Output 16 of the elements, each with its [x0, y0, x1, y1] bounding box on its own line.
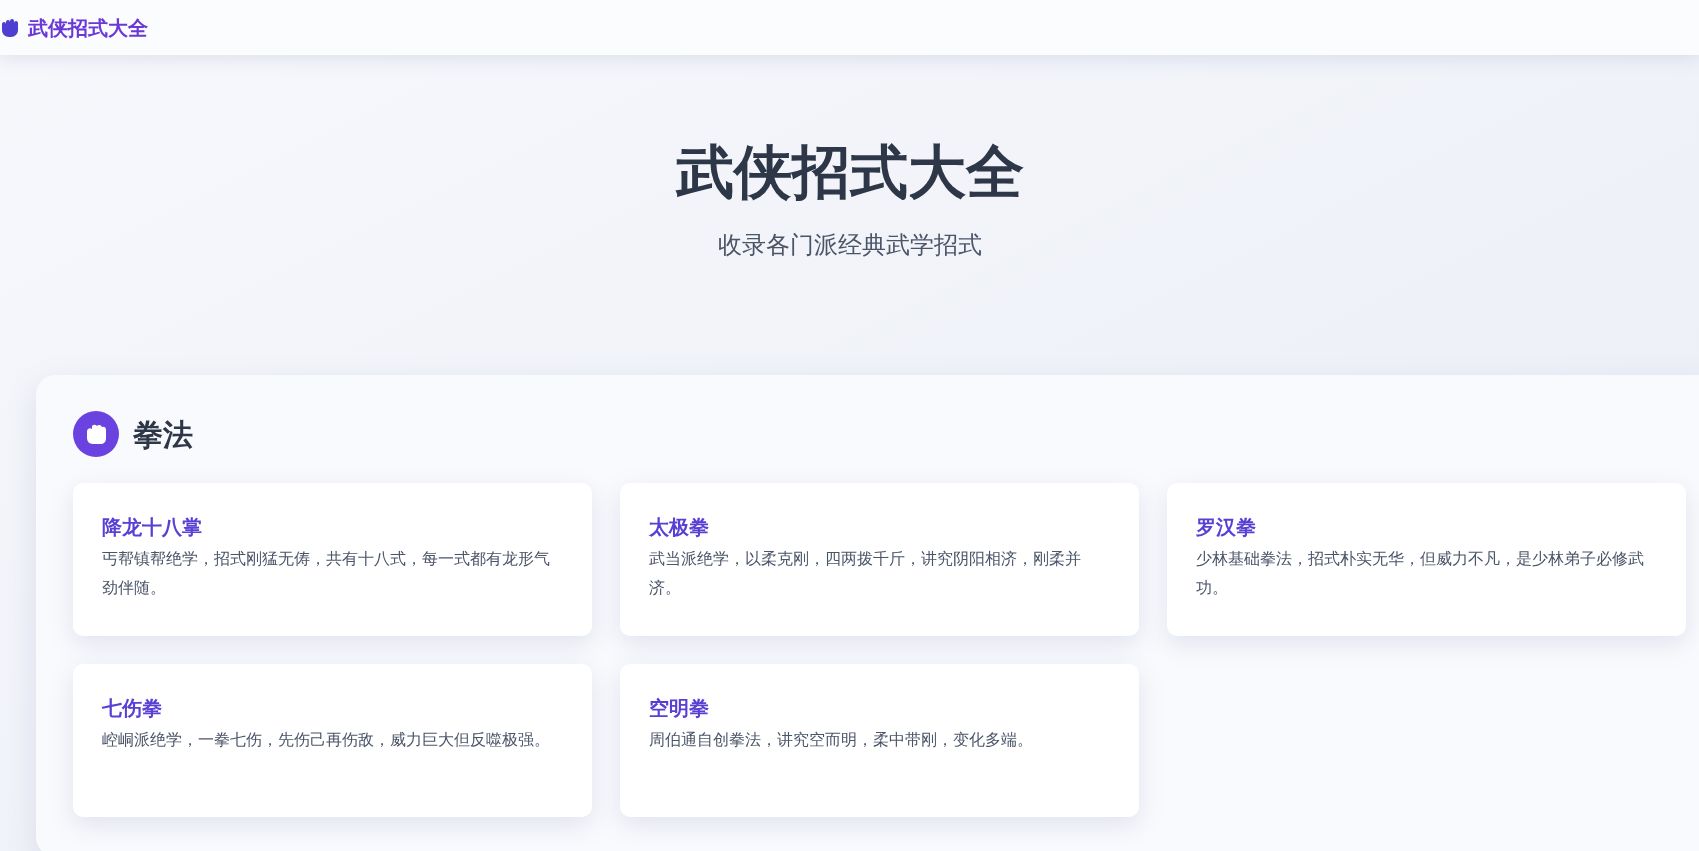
fist-icon [0, 16, 20, 39]
move-name: 七伤拳 [102, 695, 163, 722]
move-name: 太极拳 [649, 514, 710, 541]
site-logo[interactable]: 武侠招式大全 [28, 12, 148, 43]
hero-subtitle: 收录各门派经典武学招式 [717, 230, 982, 261]
move-description: 武当派绝学，以柔克刚，四两拨千斤，讲究阴阳相济，刚柔并济。 [649, 549, 1082, 599]
move-name: 空明拳 [649, 695, 710, 722]
move-name: 罗汉拳 [1196, 514, 1257, 541]
move-description: 丐帮镇帮绝学，招式刚猛无俦，共有十八式，每一式都有龙形气劲伴随。 [102, 549, 551, 599]
section-title: 拳法 [133, 415, 193, 454]
move-description: 少林基础拳法，招式朴实无华，但威力不凡，是少林弟子必修武功。 [1196, 549, 1645, 599]
hero-title: 武侠招式大全 [675, 143, 1024, 201]
move-description: 崆峒派绝学，一拳七伤，先伤己再伤敌，威力巨大但反噬极强。 [102, 730, 551, 751]
move-name: 降龙十八掌 [102, 514, 203, 541]
move-description: 周伯通自创拳法，讲究空而明，柔中带刚，变化多端。 [649, 730, 1034, 751]
fist-icon [73, 411, 119, 457]
